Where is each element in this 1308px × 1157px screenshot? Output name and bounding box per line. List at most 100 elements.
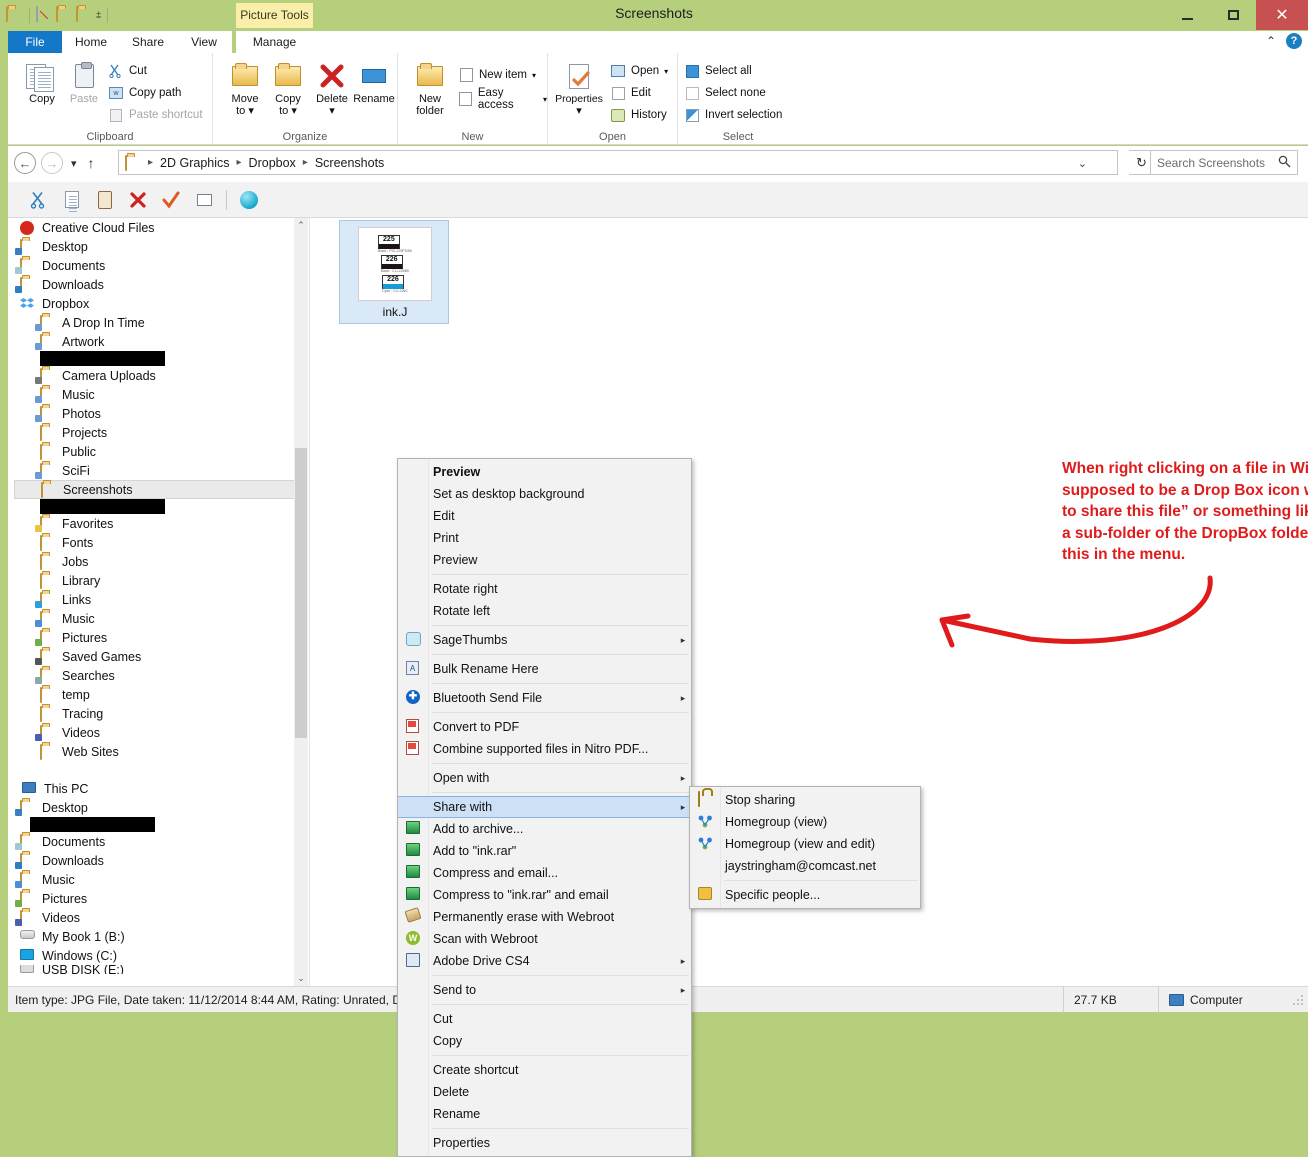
menu-item-homegroup-view[interactable]: Homegroup (view) [690,811,920,833]
sidebar-item-favorites[interactable]: Favorites [8,514,308,533]
copy-to-chevron-icon[interactable]: ▾ [291,105,297,117]
sidebar-item-videos[interactable]: Videos [8,908,308,927]
menu-item-bluetooth-send-file[interactable]: ✚Bluetooth Send File▸ [398,687,691,709]
sidebar-item-music[interactable]: Music [8,870,308,889]
sidebar-item-downloads[interactable]: Downloads [8,275,308,294]
back-button[interactable]: ← [14,152,36,174]
sidebar-item-videos[interactable]: Videos [8,723,308,742]
easy-access-chevron-icon[interactable]: ▾ [543,95,547,104]
sidebar-item-screenshots[interactable]: Screenshots [14,480,302,499]
sidebar-item-windows-c[interactable]: Windows (C:) [8,946,308,965]
menu-item-scan-with-webroot[interactable]: WScan with Webroot [398,928,691,950]
sidebar-item-projects[interactable]: Projects [8,423,308,442]
submenu-items[interactable]: Stop sharingHomegroup (view)Homegroup (v… [690,789,920,906]
properties-button[interactable]: Properties ▾ [550,59,608,117]
breadcrumb-separator-1[interactable]: ▸ [232,157,247,168]
resize-grip-icon[interactable] [1292,994,1304,1006]
menu-item-add-to-archive[interactable]: Add to archive... [398,818,691,840]
sidebar-item-a-drop-in-time[interactable]: A Drop In Time [8,313,308,332]
sidebar-item-public[interactable]: Public [8,442,308,461]
up-button[interactable]: ↑ [85,155,98,171]
new-folder-button[interactable]: New folder [404,59,456,117]
menu-item-set-as-desktop-background[interactable]: Set as desktop background [398,483,691,505]
menu-item-adobe-drive-cs4[interactable]: Adobe Drive CS4▸ [398,950,691,972]
menu-item-edit[interactable]: Edit [398,505,691,527]
minimize-button[interactable] [1164,0,1210,30]
menu-item-properties[interactable]: Properties [398,1132,691,1154]
sidebar-item-saved-games[interactable]: Saved Games [8,647,308,666]
easy-access-menu[interactable]: Easy access ▾ [458,89,547,109]
file-tile[interactable]: 225Black : PGI-225PGBK226Black : CLI-226… [339,220,449,324]
scrollbar-thumb[interactable] [295,448,307,738]
search-input[interactable]: Search Screenshots [1150,150,1298,175]
menu-item-jaystringham-comcast-net[interactable]: jaystringham@comcast.net [690,855,920,877]
tab-home[interactable]: Home [62,31,120,53]
menu-item-open-with[interactable]: Open with▸ [398,767,691,789]
tab-share[interactable]: Share [120,31,176,53]
menu-item-print[interactable]: Print [398,527,691,549]
navigation-scrollbar[interactable]: ⌃ ⌄ [294,218,308,986]
sidebar-item-searches[interactable]: Searches [8,666,308,685]
menu-item-compress-and-email[interactable]: Compress and email... [398,862,691,884]
new-item-menu[interactable]: New item ▾ [458,65,536,85]
sidebar-item-usb-disk-e[interactable]: USB DISK (E:) [8,965,308,974]
scroll-up-arrow-icon[interactable]: ⌃ [294,218,308,233]
sidebar-item-camera-uploads[interactable]: Camera Uploads [8,366,308,385]
breadcrumb[interactable]: ▸ 2D Graphics ▸ Dropbox ▸ Screenshots ⌄ [118,150,1118,175]
sidebar-item-music[interactable]: Music [8,385,308,404]
menu-item-preview[interactable]: Preview [398,461,691,483]
breadcrumb-item-1[interactable]: Dropbox [247,156,298,170]
scroll-down-arrow-icon[interactable]: ⌄ [294,971,308,986]
breadcrumb-item-0[interactable]: 2D Graphics [158,156,231,170]
help-icon[interactable]: ? [1286,33,1302,49]
menu-item-compress-to-ink-rar-and-email[interactable]: Compress to "ink.rar" and email [398,884,691,906]
sidebar-item-web-sites[interactable]: Web Sites [8,742,308,761]
select-none-menu[interactable]: Select none [684,83,766,103]
menu-item-copy[interactable]: Copy [398,1030,691,1052]
new-item-chevron-icon[interactable]: ▾ [532,71,536,80]
menu-item-rename[interactable]: Rename [398,1103,691,1125]
cut-icon[interactable] [28,189,50,211]
menu-item-combine-supported-files-in-nitro-pdf[interactable]: Combine supported files in Nitro PDF... [398,738,691,760]
maximize-button[interactable] [1210,0,1256,30]
paste-shortcut-menu-item[interactable]: Paste shortcut [108,105,203,125]
menu-item-share-with[interactable]: Share with▸ [398,796,691,818]
sidebar-item-jobs[interactable]: Jobs [8,552,308,571]
open-menu[interactable]: Open ▾ [610,61,668,81]
sidebar-item-photos[interactable]: Photos [8,404,308,423]
sidebar-item-links[interactable]: Links [8,590,308,609]
check-icon[interactable] [160,189,182,211]
menu-item-create-shortcut[interactable]: Create shortcut [398,1059,691,1081]
share-with-submenu[interactable]: Stop sharingHomegroup (view)Homegroup (v… [689,786,921,909]
delete-icon[interactable] [127,189,149,211]
menu-item-delete[interactable]: Delete [398,1081,691,1103]
tab-manage[interactable]: Manage [236,31,313,53]
sidebar-item-music[interactable]: Music [8,609,308,628]
cut-menu-item[interactable]: Cut [108,61,147,81]
menu-item-permanently-erase-with-webroot[interactable]: Permanently erase with Webroot [398,906,691,928]
rename-icon[interactable] [193,189,215,211]
sidebar-item-creative-cloud-files[interactable]: Creative Cloud Files [8,218,308,237]
folder-tree[interactable]: Creative Cloud Files Desktop Documents Down… [8,218,308,974]
menu-item-convert-to-pdf[interactable]: Convert to PDF [398,716,691,738]
invert-selection-menu[interactable]: Invert selection [684,105,782,125]
forward-button[interactable]: → [41,152,63,174]
menu-item-stop-sharing[interactable]: Stop sharing [690,789,920,811]
breadcrumb-separator-2[interactable]: ▸ [298,157,313,168]
navigation-pane[interactable]: Creative Cloud Files Desktop Documents Down… [8,218,308,986]
menu-item-add-to-ink-rar[interactable]: Add to "ink.rar" [398,840,691,862]
menu-item-cut[interactable]: Cut [398,1008,691,1030]
sidebar-item-this-pc[interactable]: This PC [8,779,308,798]
sidebar-item-documents[interactable]: Documents [8,832,308,851]
sidebar-item-desktop[interactable]: Desktop [8,798,308,817]
collapse-ribbon-chevron-icon[interactable]: ⌃ [1266,34,1276,48]
history-menu[interactable]: History [610,105,667,125]
recent-locations-chevron-icon[interactable]: ▾ [68,157,80,170]
menu-item-specific-people[interactable]: Specific people... [690,884,920,906]
menu-item-preview[interactable]: Preview [398,549,691,571]
delete-chevron-icon[interactable]: ▾ [306,105,358,117]
tab-view[interactable]: View [176,31,232,53]
sidebar-item-temp[interactable]: temp [8,685,308,704]
sidebar-item-library[interactable]: Library [8,571,308,590]
sidebar-item-my-book-1-b[interactable]: My Book 1 (B:) [8,927,308,946]
